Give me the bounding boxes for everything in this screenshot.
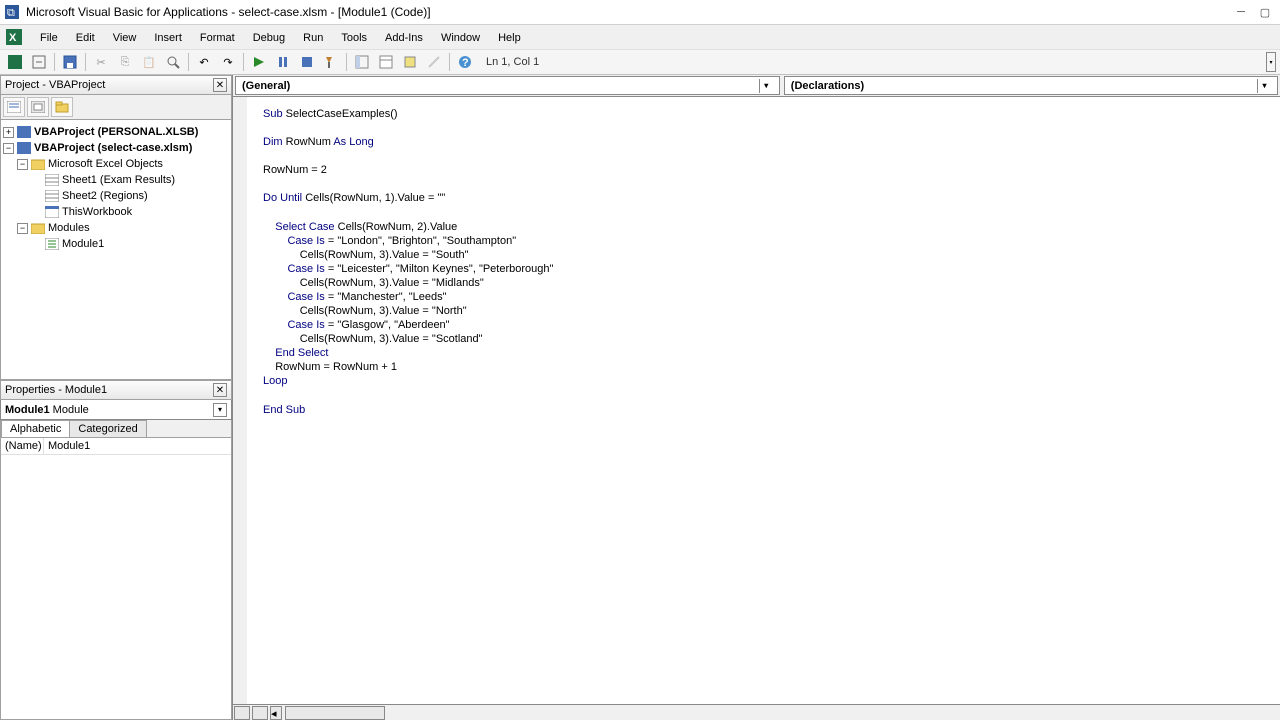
project-icon [16, 141, 32, 155]
menu-help[interactable]: Help [490, 28, 529, 46]
scroll-left-button[interactable]: ◂ [270, 706, 282, 720]
tab-alphabetic[interactable]: Alphabetic [1, 420, 70, 437]
menu-addins[interactable]: Add-Ins [377, 28, 431, 46]
properties-object-selector[interactable]: Module1 Module ▾ [0, 400, 232, 420]
excel-icon[interactable]: X [4, 27, 24, 47]
workbook-icon [44, 205, 60, 219]
project-tree[interactable]: + VBAProject (PERSONAL.XLSB) − VBAProjec… [0, 120, 232, 380]
properties-panel-title-text: Properties - Module1 [5, 384, 107, 396]
break-button[interactable] [272, 51, 294, 73]
menu-file[interactable]: File [32, 28, 66, 46]
cursor-position: Ln 1, Col 1 [486, 56, 546, 68]
properties-panel-close-button[interactable]: ✕ [213, 383, 227, 397]
project-panel-title-text: Project - VBAProject [5, 79, 105, 91]
copy-button[interactable]: ⎘ [114, 51, 136, 73]
tree-node-sheet2[interactable]: Sheet2 (Regions) [3, 188, 229, 204]
chevron-down-icon: ▾ [213, 403, 227, 417]
procedure-selector[interactable]: (Declarations) ▾ [784, 76, 1278, 95]
tab-categorized[interactable]: Categorized [69, 420, 146, 437]
tree-node-selectcase[interactable]: − VBAProject (select-case.xlsm) [3, 140, 229, 156]
insert-item-button[interactable] [28, 51, 50, 73]
menu-insert[interactable]: Insert [146, 28, 190, 46]
folder-icon [30, 221, 46, 235]
app-icon: ⧉ [4, 4, 20, 20]
chevron-down-icon: ▾ [1257, 79, 1271, 93]
tree-node-excel-objects[interactable]: − Microsoft Excel Objects [3, 156, 229, 172]
object-selector[interactable]: (General) ▾ [235, 76, 780, 95]
project-panel-toolbar [0, 95, 232, 120]
object-browser-button[interactable] [399, 51, 421, 73]
redo-button[interactable]: ↷ [217, 51, 239, 73]
toolbox-button[interactable] [423, 51, 445, 73]
svg-text:?: ? [462, 57, 469, 69]
menu-format[interactable]: Format [192, 28, 243, 46]
svg-text:X: X [9, 32, 17, 44]
tree-node-module1[interactable]: Module1 [3, 236, 229, 252]
menu-view[interactable]: View [105, 28, 145, 46]
reset-button[interactable] [296, 51, 318, 73]
module-icon [44, 237, 60, 251]
tree-node-personal[interactable]: + VBAProject (PERSONAL.XLSB) [3, 124, 229, 140]
chevron-down-icon: ▾ [759, 79, 773, 93]
code-window: (General) ▾ (Declarations) ▾ Sub SelectC… [232, 75, 1280, 720]
view-excel-button[interactable] [4, 51, 26, 73]
menu-edit[interactable]: Edit [68, 28, 103, 46]
sheet-icon [44, 189, 60, 203]
tree-node-sheet1[interactable]: Sheet1 (Exam Results) [3, 172, 229, 188]
folder-icon [30, 157, 46, 171]
property-value[interactable]: Module1 [43, 438, 231, 454]
design-mode-button[interactable] [320, 51, 342, 73]
tree-node-modules[interactable]: − Modules [3, 220, 229, 236]
paste-button[interactable]: 📋 [138, 51, 160, 73]
toggle-folders-button[interactable] [51, 97, 73, 117]
toolbar: ✂ ⎘ 📋 ↶ ↷ ? Ln 1, Col 1 ▾ [0, 49, 1280, 75]
menu-window[interactable]: Window [433, 28, 488, 46]
menu-tools[interactable]: Tools [333, 28, 375, 46]
minimize-button[interactable]: ─ [1230, 3, 1252, 21]
project-panel-title: Project - VBAProject ✕ [0, 75, 232, 95]
full-module-view-button[interactable] [252, 706, 268, 720]
toolbar-overflow-button[interactable]: ▾ [1266, 52, 1276, 72]
menu-bar: X File Edit View Insert Format Debug Run… [0, 25, 1280, 49]
save-button[interactable] [59, 51, 81, 73]
tree-node-thisworkbook[interactable]: ThisWorkbook [3, 204, 229, 220]
svg-text:⧉: ⧉ [7, 7, 15, 19]
menu-debug[interactable]: Debug [245, 28, 293, 46]
project-icon [16, 125, 32, 139]
title-bar: ⧉ Microsoft Visual Basic for Application… [0, 0, 1280, 25]
expander-icon[interactable]: − [3, 143, 14, 154]
view-object-button[interactable] [27, 97, 49, 117]
find-button[interactable] [162, 51, 184, 73]
cut-button[interactable]: ✂ [90, 51, 112, 73]
menu-run[interactable]: Run [295, 28, 331, 46]
project-explorer-button[interactable] [351, 51, 373, 73]
property-name: (Name) [1, 438, 43, 454]
window-title: Microsoft Visual Basic for Applications … [26, 5, 1230, 19]
expander-icon[interactable]: − [17, 223, 28, 234]
property-row[interactable]: (Name) Module1 [1, 438, 231, 455]
maximize-button[interactable]: ▢ [1254, 3, 1276, 21]
project-panel-close-button[interactable]: ✕ [213, 78, 227, 92]
properties-panel-title: Properties - Module1 ✕ [0, 380, 232, 400]
run-button[interactable] [248, 51, 270, 73]
view-code-button[interactable] [3, 97, 25, 117]
code-editor[interactable]: Sub SelectCaseExamples() Dim RowNum As L… [233, 97, 1280, 704]
expander-icon[interactable]: + [3, 127, 14, 138]
procedure-view-button[interactable] [234, 706, 250, 720]
code-bottom-bar: ◂ [233, 704, 1280, 720]
help-button[interactable]: ? [454, 51, 476, 73]
horizontal-scrollbar[interactable] [285, 706, 385, 720]
sheet-icon [44, 173, 60, 187]
properties-window-button[interactable] [375, 51, 397, 73]
properties-grid[interactable]: (Name) Module1 [0, 437, 232, 720]
undo-button[interactable]: ↶ [193, 51, 215, 73]
expander-icon[interactable]: − [17, 159, 28, 170]
